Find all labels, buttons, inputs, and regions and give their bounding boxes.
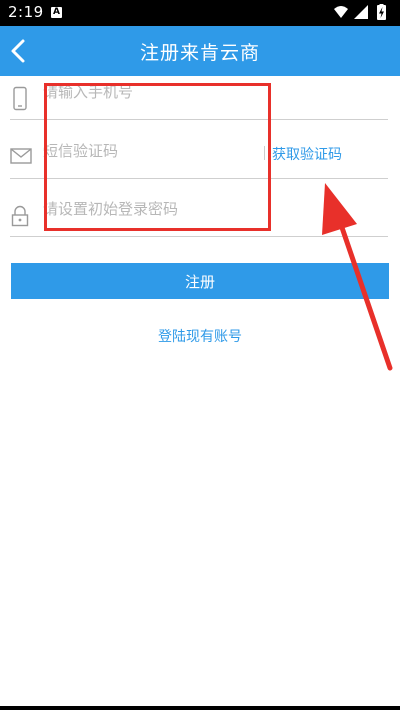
status-time: 2:19	[8, 3, 44, 21]
phone-row	[10, 64, 388, 120]
phone-icon	[10, 86, 30, 116]
page-title: 注册来肯云商	[139, 42, 260, 64]
sms-code-row: 获取验证码	[10, 123, 388, 179]
password-input[interactable]	[43, 193, 273, 225]
notification-badge: A	[51, 7, 62, 18]
navigation-bar	[0, 706, 400, 710]
divider	[10, 119, 388, 120]
mail-icon	[10, 148, 32, 168]
divider	[10, 178, 388, 179]
status-bar: 2:19 A	[0, 0, 400, 26]
battery-charging-icon	[377, 4, 386, 20]
status-icons	[332, 4, 392, 26]
get-code-button[interactable]: 获取验证码	[272, 144, 342, 164]
register-button[interactable]: 注册	[11, 263, 389, 299]
signal-icon	[354, 5, 368, 19]
sms-code-input[interactable]	[43, 135, 273, 167]
wifi-icon	[334, 6, 348, 18]
divider	[10, 236, 388, 237]
login-existing-account-link[interactable]: 登陆现有账号	[0, 326, 400, 346]
lock-icon	[10, 205, 30, 231]
password-row	[10, 181, 388, 237]
vertical-divider	[264, 146, 265, 160]
phone-input[interactable]	[43, 76, 273, 108]
